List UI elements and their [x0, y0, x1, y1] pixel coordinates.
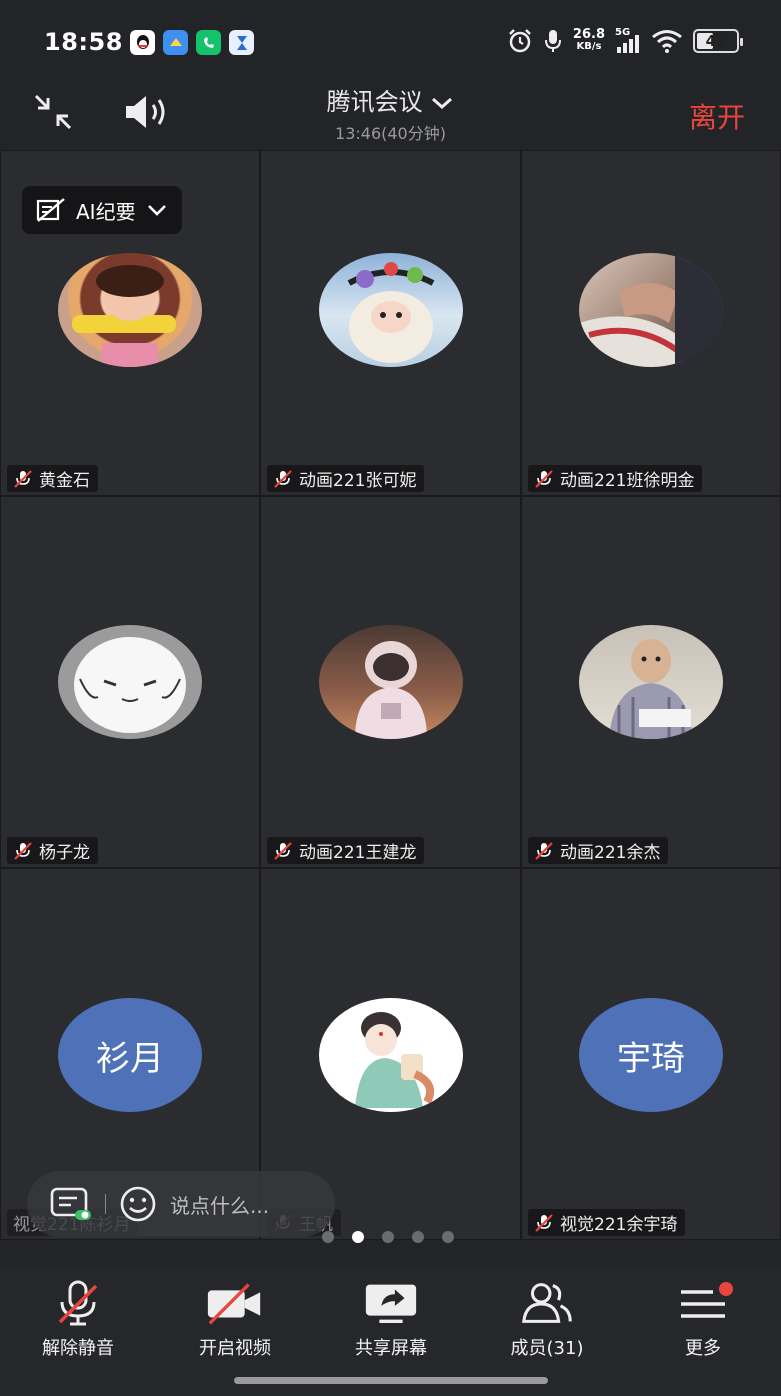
mic-off-icon [535, 841, 553, 860]
home-indicator[interactable] [234, 1377, 548, 1384]
mic-off-icon [14, 841, 32, 860]
page-dot[interactable] [352, 1231, 364, 1243]
cellular-signal: 5G [615, 27, 641, 53]
avatar-photo [58, 253, 202, 367]
participant-tile[interactable]: 动画221王建龙 [260, 496, 521, 868]
members-icon [522, 1283, 572, 1323]
status-right: 26.8 KB/s 5G 41 [507, 27, 743, 54]
avatar-photo [58, 625, 202, 739]
participant-nametag: 动画221王建龙 [267, 837, 425, 864]
phone-app-icon [196, 30, 221, 55]
participant-nametag: 动画221张可妮 [267, 465, 425, 492]
participant-nametag: 动画221班徐明金 [528, 465, 703, 492]
status-app-icons [130, 30, 254, 55]
members-button[interactable]: 成员(31) [487, 1280, 607, 1360]
mic-off-icon [535, 1213, 553, 1232]
participant-tile[interactable]: 动画221班徐明金 [521, 150, 781, 496]
emoji-icon[interactable] [118, 1184, 158, 1224]
share-screen-button[interactable]: 共享屏幕 [331, 1280, 451, 1360]
start-video-button[interactable]: 开启视频 [175, 1280, 295, 1360]
alarm-icon [509, 29, 531, 53]
microphone-icon [544, 30, 561, 52]
participant-nametag: 视觉221余宇琦 [528, 1209, 686, 1236]
avatar-photo [319, 998, 463, 1112]
battery-icon: 41 [693, 29, 743, 53]
avatar-photo [579, 625, 723, 739]
share-screen-icon [365, 1284, 417, 1324]
leave-button[interactable]: 离开 [689, 96, 745, 136]
meeting-duration: 13:46(40分钟) [335, 124, 446, 143]
mic-off-icon [274, 469, 292, 488]
chat-placeholder[interactable]: 说点什么... [170, 1190, 269, 1219]
chat-input-bar[interactable]: 说点什么... [27, 1171, 335, 1237]
mic-off-icon [14, 469, 32, 488]
avatar-photo [319, 253, 463, 367]
wifi-icon [652, 30, 682, 53]
avatar-initials: 宇琦 [579, 998, 723, 1112]
ai-summary-icon [36, 198, 65, 222]
net-speed: 26.8 KB/s [572, 27, 605, 52]
mic-off-icon [535, 469, 553, 488]
chevron-down-icon [432, 97, 453, 110]
participant-tile[interactable]: 动画221张可妮 [260, 150, 521, 496]
chevron-down-icon [147, 205, 166, 216]
participant-grid: AI纪要 黄金石 动画221张可妮 动画221班徐明金 杨子龙 动画221王建龙… [0, 150, 781, 1240]
chat-separator [105, 1194, 106, 1214]
participant-tile[interactable]: 动画221余杰 [521, 496, 781, 868]
mic-off-icon [274, 841, 292, 860]
page-dot[interactable] [412, 1231, 424, 1243]
participant-tile[interactable]: 宇琦 视觉221余宇琦 [521, 868, 781, 1240]
page-dot[interactable] [382, 1231, 394, 1243]
avatar-initials: 衫月 [58, 998, 202, 1112]
mic-muted-icon [58, 1280, 98, 1326]
meeting-title[interactable]: 腾讯会议 [0, 82, 781, 117]
avatar-photo [579, 253, 723, 367]
status-time: 18:58 [44, 28, 123, 56]
participant-nametag: 黄金石 [7, 465, 98, 492]
participant-tile[interactable]: 杨子龙 [0, 496, 260, 868]
ai-summary-button[interactable]: AI纪要 [22, 186, 182, 234]
camera-off-icon [207, 1283, 261, 1325]
status-bar: 18:58 26.8 KB/s 5G 41 [0, 0, 781, 80]
hourglass-app-icon [229, 30, 254, 55]
cloud-app-icon [163, 30, 188, 55]
notification-badge [719, 1282, 733, 1296]
meeting-header: 腾讯会议 13:46(40分钟) 离开 [0, 80, 781, 150]
avatar-photo [319, 625, 463, 739]
participant-nametag: 杨子龙 [7, 837, 98, 864]
page-dot[interactable] [322, 1231, 334, 1243]
more-button[interactable]: 更多 [643, 1280, 763, 1360]
unmute-button[interactable]: 解除静音 [18, 1280, 138, 1360]
page-indicator [322, 1231, 454, 1243]
qq-icon [130, 30, 155, 55]
chat-list-icon[interactable] [49, 1186, 93, 1222]
page-dot[interactable] [442, 1231, 454, 1243]
participant-nametag: 动画221余杰 [528, 837, 669, 864]
